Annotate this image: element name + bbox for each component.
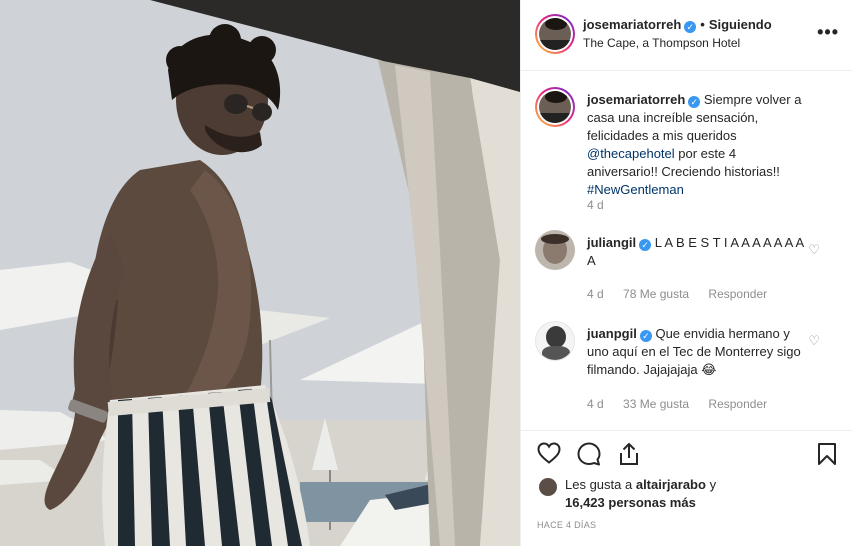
following-button[interactable]: Siguiendo (709, 17, 772, 32)
verified-badge-icon: ✓ (639, 330, 652, 342)
comment-icon[interactable] (577, 442, 601, 466)
post-side-panel: josemariatorreh ✓ • Siguiendo The Cape, a T… (520, 0, 852, 546)
verified-badge-icon: ✓ (639, 239, 652, 251)
caption-avatar[interactable] (535, 87, 575, 127)
caption-hashtag[interactable]: #NewGentleman (587, 182, 684, 197)
post-location[interactable]: The Cape, a Thompson Hotel (583, 36, 740, 50)
comment-username[interactable]: juanpgil (587, 326, 637, 341)
verified-badge-icon: ✓ (684, 21, 697, 33)
verified-badge-icon: ✓ (688, 96, 701, 108)
more-horizontal-icon[interactable]: ••• (817, 22, 839, 43)
header-avatar[interactable] (535, 14, 575, 54)
heart-icon[interactable] (537, 442, 561, 464)
comment-reply-button[interactable]: Responder (708, 287, 767, 301)
likes-count[interactable]: 16,423 personas más (565, 495, 696, 510)
comment-username[interactable]: juliangil (587, 235, 636, 250)
comment-like-heart-icon[interactable]: ♡ (808, 333, 820, 349)
post-photo[interactable] (0, 0, 520, 546)
comment-meta: 4 d 78 Me gusta Responder (587, 287, 783, 301)
likes-connector: y (709, 477, 717, 492)
header-separator: • (700, 17, 705, 32)
comment-likes[interactable]: 33 Me gusta (623, 397, 689, 411)
likes-first-user[interactable]: altairjarabo (636, 477, 706, 492)
comment-time[interactable]: 4 d (587, 397, 604, 411)
comment-likes[interactable]: 78 Me gusta (623, 287, 689, 301)
comment-reply-button[interactable]: Responder (708, 397, 767, 411)
likes-prefix: Les gusta a (565, 477, 633, 492)
instagram-post: josemariatorreh ✓ • Siguiendo The Cape, a T… (0, 0, 852, 546)
comment-item: juanpgil ✓ Que envidia hermano y uno aquí… (535, 321, 840, 411)
post-action-bar (521, 430, 852, 470)
comment-item: juliangil ✓ L A B E S T I A A A A A A A A… (535, 230, 840, 310)
caption-meta: 4 d (587, 198, 620, 212)
header-username[interactable]: josemariatorreh (583, 17, 681, 32)
bookmark-icon[interactable] (817, 442, 837, 466)
comment-text: juliangil ✓ L A B E S T I A A A A A A A A (587, 234, 809, 270)
caption-mention[interactable]: @thecapehotel (587, 146, 675, 161)
caption-text: josemariatorreh ✓ Siempre volver a casa u… (587, 91, 809, 199)
laughing-emoji-icon: 😂 (701, 362, 717, 377)
post-date[interactable]: HACE 4 DÍAS (537, 520, 596, 530)
comment-text: juanpgil ✓ Que envidia hermano y uno aquí… (587, 325, 809, 379)
share-icon[interactable] (617, 442, 641, 466)
comment-time[interactable]: 4 d (587, 287, 604, 301)
caption-time[interactable]: 4 d (587, 198, 604, 212)
comment-meta: 4 d 33 Me gusta Responder (587, 397, 783, 411)
post-caption: josemariatorreh ✓ Siempre volver a casa u… (535, 87, 840, 217)
post-header: josemariatorreh ✓ • Siguiendo The Cape, a T… (521, 0, 852, 71)
comment-like-heart-icon[interactable]: ♡ (808, 242, 820, 258)
likes-summary: Les gusta a altairjarabo y 16,423 person… (565, 476, 825, 512)
comment-avatar[interactable] (535, 321, 575, 361)
liker-avatar[interactable] (539, 478, 557, 496)
comment-avatar[interactable] (535, 230, 575, 270)
post-photo-illustration (0, 0, 520, 546)
caption-username[interactable]: josemariatorreh (587, 92, 685, 107)
